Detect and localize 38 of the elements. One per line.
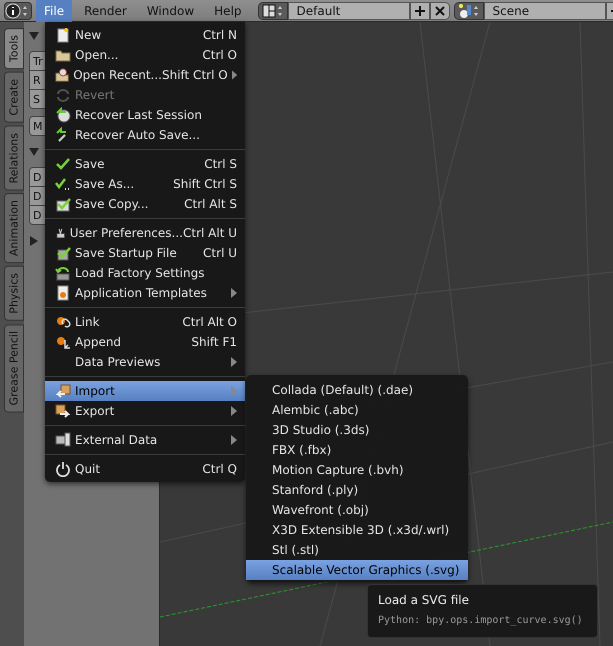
menu-entry[interactable]: Motion Capture (.bvh): [246, 460, 468, 480]
menu-item[interactable]: File: [36, 0, 72, 22]
menu-entry[interactable]: New Ctrl N: [45, 25, 245, 45]
menu-entry[interactable]: Link Ctrl Alt O: [45, 312, 245, 332]
menu-item[interactable]: Render: [76, 0, 135, 22]
menu-entry[interactable]: Stl (.stl): [246, 540, 468, 560]
menu-entry[interactable]: FBX (.fbx): [246, 440, 468, 460]
tooltip-python: Python: bpy.ops.import_curve.svg(): [378, 615, 584, 626]
menu-entry[interactable]: Save Ctrl S: [45, 154, 245, 174]
menu-entry[interactable]: Save As... Shift Ctrl S: [45, 174, 245, 194]
menu-entry[interactable]: Quit Ctrl Q: [45, 459, 245, 479]
menu-entry[interactable]: 3D Studio (.3ds): [246, 420, 468, 440]
menu-entry[interactable]: External Data: [45, 430, 245, 450]
menu-item[interactable]: Window: [138, 0, 202, 22]
menu-entry[interactable]: Save Startup File Ctrl U: [45, 243, 245, 263]
menu-entry[interactable]: Save Copy... Ctrl Alt S: [45, 194, 245, 214]
tooltip-title: Load a SVG file: [378, 593, 470, 607]
menu-entry[interactable]: User Preferences...Ctrl Alt U: [45, 223, 245, 243]
menu-entry[interactable]: Data Previews: [45, 352, 245, 372]
menu-entry[interactable]: Stanford (.ply): [246, 480, 468, 500]
scene-field[interactable]: Scene: [484, 2, 606, 20]
side-tab[interactable]: Tools: [4, 28, 24, 70]
menu-entry[interactable]: Wavefront (.obj): [246, 500, 468, 520]
layout-field[interactable]: Default: [288, 2, 410, 20]
menu-item[interactable]: Help: [206, 0, 250, 22]
menu-entry[interactable]: Recover Last Session: [45, 105, 245, 125]
menu-entry[interactable]: Collada (Default) (.dae): [246, 380, 468, 400]
menu-entry[interactable]: X3D Extensible 3D (.x3d/.wrl): [246, 520, 468, 540]
menu-entry[interactable]: Recover Auto Save...: [45, 125, 245, 145]
menu-entry[interactable]: Alembic (.abc): [246, 400, 468, 420]
menu-entry[interactable]: Import: [45, 381, 245, 401]
menu-entry[interactable]: Append Shift F1: [45, 332, 245, 352]
menu-entry[interactable]: Export: [45, 401, 245, 421]
menu-entry[interactable]: Open Recent...Shift Ctrl O: [45, 65, 245, 85]
menu-entry[interactable]: Scalable Vector Graphics (.svg): [246, 560, 468, 580]
menu-entry[interactable]: Application Templates: [45, 283, 245, 303]
menu-entry[interactable]: Open... Ctrl O: [45, 45, 245, 65]
menu-entry[interactable]: Load Factory Settings: [45, 263, 245, 283]
